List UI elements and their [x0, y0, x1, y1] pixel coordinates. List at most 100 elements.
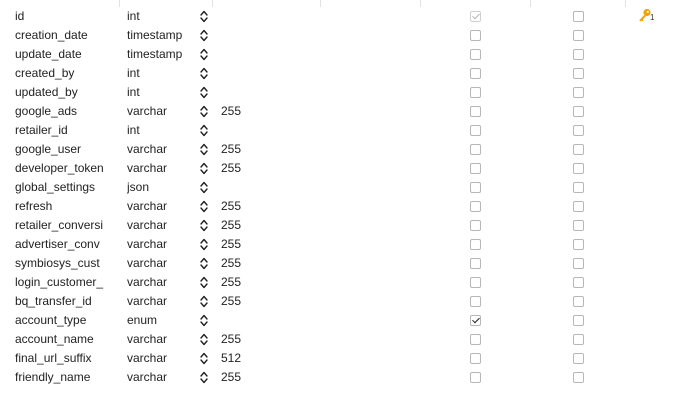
- column-name-field[interactable]: developer_token: [15, 159, 119, 178]
- column-name-field[interactable]: final_url_suffix: [15, 349, 119, 368]
- column-length-field[interactable]: 512: [221, 349, 281, 368]
- type-stepper[interactable]: [199, 159, 211, 178]
- column-length-field[interactable]: 255: [221, 235, 281, 254]
- column-name-field[interactable]: google_user: [15, 140, 119, 159]
- column-length-field[interactable]: 255: [221, 159, 281, 178]
- type-stepper[interactable]: [199, 26, 211, 45]
- table-row[interactable]: symbiosys_cust varchar 255: [0, 254, 673, 273]
- column-name-field[interactable]: symbiosys_cust: [15, 254, 119, 273]
- table-row[interactable]: id int 1: [0, 7, 673, 26]
- up-down-chevron-icon[interactable]: [199, 159, 209, 178]
- not-null-checkbox[interactable]: [470, 296, 481, 307]
- not-null-checkbox[interactable]: [470, 144, 481, 155]
- not-null-checkbox[interactable]: [470, 258, 481, 269]
- up-down-chevron-icon[interactable]: [199, 140, 209, 159]
- up-down-chevron-icon[interactable]: [199, 330, 209, 349]
- table-row[interactable]: global_settings json: [0, 178, 673, 197]
- unsigned-checkbox[interactable]: [573, 353, 584, 364]
- table-row[interactable]: retailer_conversi varchar 255: [0, 216, 673, 235]
- unsigned-checkbox[interactable]: [573, 201, 584, 212]
- type-stepper[interactable]: [199, 273, 211, 292]
- type-stepper[interactable]: [199, 292, 211, 311]
- unsigned-checkbox[interactable]: [573, 106, 584, 117]
- type-stepper[interactable]: [199, 216, 211, 235]
- table-row[interactable]: bq_transfer_id varchar 255: [0, 292, 673, 311]
- up-down-chevron-icon[interactable]: [199, 7, 209, 26]
- type-stepper[interactable]: [199, 178, 211, 197]
- column-type-field[interactable]: varchar: [127, 159, 193, 178]
- column-length-field[interactable]: 255: [221, 216, 281, 235]
- column-name-field[interactable]: bq_transfer_id: [15, 292, 119, 311]
- column-length-field[interactable]: 255: [221, 254, 281, 273]
- not-null-checkbox[interactable]: [470, 220, 481, 231]
- column-name-field[interactable]: id: [15, 7, 119, 26]
- unsigned-checkbox[interactable]: [573, 372, 584, 383]
- column-type-field[interactable]: varchar: [127, 292, 193, 311]
- unsigned-checkbox[interactable]: [573, 334, 584, 345]
- type-stepper[interactable]: [199, 235, 211, 254]
- column-name-field[interactable]: retailer_id: [15, 121, 119, 140]
- not-null-checkbox[interactable]: [470, 353, 481, 364]
- not-null-checkbox[interactable]: [470, 87, 481, 98]
- column-name-field[interactable]: created_by: [15, 64, 119, 83]
- column-length-field[interactable]: [221, 64, 281, 83]
- column-name-field[interactable]: refresh: [15, 197, 119, 216]
- not-null-checkbox[interactable]: [470, 315, 481, 326]
- unsigned-checkbox[interactable]: [573, 277, 584, 288]
- table-row[interactable]: account_name varchar 255: [0, 330, 673, 349]
- not-null-checkbox[interactable]: [470, 334, 481, 345]
- not-null-checkbox[interactable]: [470, 106, 481, 117]
- unsigned-checkbox[interactable]: [573, 220, 584, 231]
- table-row[interactable]: created_by int: [0, 64, 673, 83]
- not-null-checkbox[interactable]: [470, 68, 481, 79]
- column-type-field[interactable]: varchar: [127, 102, 193, 121]
- table-row[interactable]: login_customer_ varchar 255: [0, 273, 673, 292]
- up-down-chevron-icon[interactable]: [199, 26, 209, 45]
- up-down-chevron-icon[interactable]: [199, 235, 209, 254]
- table-row[interactable]: creation_date timestamp: [0, 26, 673, 45]
- column-length-field[interactable]: [221, 83, 281, 102]
- not-null-checkbox[interactable]: [470, 182, 481, 193]
- column-length-field[interactable]: 255: [221, 140, 281, 159]
- unsigned-checkbox[interactable]: [573, 125, 584, 136]
- type-stepper[interactable]: [199, 254, 211, 273]
- column-name-field[interactable]: advertiser_conv: [15, 235, 119, 254]
- unsigned-checkbox[interactable]: [573, 68, 584, 79]
- column-length-field[interactable]: 255: [221, 102, 281, 121]
- column-length-field[interactable]: [221, 45, 281, 64]
- column-type-field[interactable]: int: [127, 7, 193, 26]
- unsigned-checkbox[interactable]: [573, 11, 584, 22]
- table-row[interactable]: refresh varchar 255: [0, 197, 673, 216]
- unsigned-checkbox[interactable]: [573, 296, 584, 307]
- type-stepper[interactable]: [199, 197, 211, 216]
- column-type-field[interactable]: varchar: [127, 140, 193, 159]
- column-type-field[interactable]: varchar: [127, 273, 193, 292]
- up-down-chevron-icon[interactable]: [199, 83, 209, 102]
- up-down-chevron-icon[interactable]: [199, 311, 209, 330]
- unsigned-checkbox[interactable]: [573, 315, 584, 326]
- column-type-field[interactable]: varchar: [127, 368, 193, 387]
- table-row[interactable]: updated_by int: [0, 83, 673, 102]
- column-name-field[interactable]: login_customer_: [15, 273, 119, 292]
- column-type-field[interactable]: timestamp: [127, 45, 193, 64]
- up-down-chevron-icon[interactable]: [199, 273, 209, 292]
- column-type-field[interactable]: json: [127, 178, 193, 197]
- unsigned-checkbox[interactable]: [573, 30, 584, 41]
- column-length-field[interactable]: [221, 311, 281, 330]
- column-name-field[interactable]: account_type: [15, 311, 119, 330]
- up-down-chevron-icon[interactable]: [199, 349, 209, 368]
- type-stepper[interactable]: [199, 368, 211, 387]
- column-length-field[interactable]: [221, 121, 281, 140]
- not-null-checkbox[interactable]: [470, 30, 481, 41]
- unsigned-checkbox[interactable]: [573, 258, 584, 269]
- column-name-field[interactable]: google_ads: [15, 102, 119, 121]
- column-name-field[interactable]: updated_by: [15, 83, 119, 102]
- type-stepper[interactable]: [199, 121, 211, 140]
- column-length-field[interactable]: 255: [221, 197, 281, 216]
- unsigned-checkbox[interactable]: [573, 182, 584, 193]
- column-type-field[interactable]: varchar: [127, 197, 193, 216]
- unsigned-checkbox[interactable]: [573, 163, 584, 174]
- up-down-chevron-icon[interactable]: [199, 178, 209, 197]
- table-row[interactable]: final_url_suffix varchar 512: [0, 349, 673, 368]
- type-stepper[interactable]: [199, 140, 211, 159]
